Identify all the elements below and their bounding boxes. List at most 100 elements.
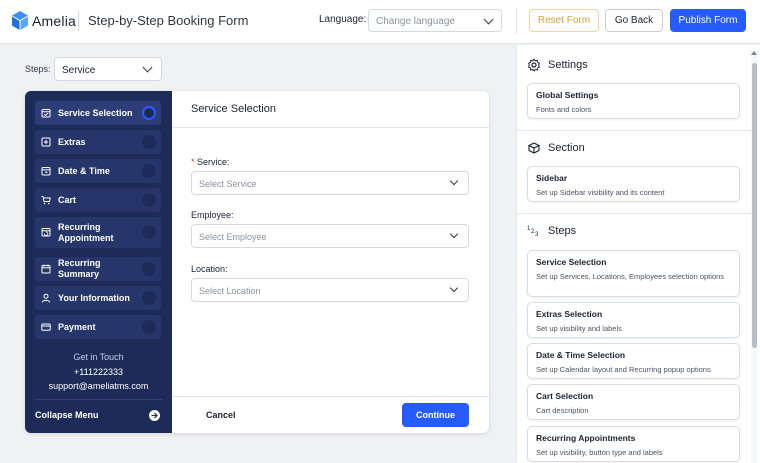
page-title: Step-by-Step Booking Form xyxy=(88,13,249,28)
language-label: Language: xyxy=(319,14,367,25)
card-description: Cart description xyxy=(536,406,589,415)
location-placeholder: Select Location xyxy=(199,286,261,296)
step-card-service-selection[interactable]: Service Selection Set up Services, Locat… xyxy=(527,250,740,297)
language-select[interactable]: Change language xyxy=(368,9,502,32)
language-placeholder: Change language xyxy=(376,16,455,27)
service-select[interactable]: Select Service xyxy=(191,171,469,195)
step-card-date-time-selection[interactable]: Date & Time Selection Set up Calendar la… xyxy=(527,343,740,379)
chevron-down-icon xyxy=(449,229,459,239)
employee-select[interactable]: Select Employee xyxy=(191,224,469,248)
plus-square-icon xyxy=(41,137,51,147)
card-description: Set up visibility and labels xyxy=(536,324,622,333)
step-card-recurring-appointments[interactable]: Recurring Appointments Set up visibility… xyxy=(527,426,740,462)
employee-label: Employee: xyxy=(191,210,234,220)
chevron-down-icon xyxy=(449,283,459,293)
card-description: Set up Sidebar visibility and its conten… xyxy=(536,188,665,197)
credit-card-icon xyxy=(41,323,51,331)
reset-form-button[interactable]: Reset Form xyxy=(529,9,599,32)
steps-label: Steps: xyxy=(25,64,51,74)
section-section-header: Section xyxy=(527,140,585,156)
section-title: Section xyxy=(548,142,585,154)
step-card-extras-selection[interactable]: Extras Selection Set up visibility and l… xyxy=(527,302,740,338)
cart-icon xyxy=(41,196,51,205)
step-status-indicator xyxy=(142,291,156,305)
service-placeholder: Select Service xyxy=(199,179,257,189)
sidebar-item-date-time[interactable]: Date & Time xyxy=(35,159,161,183)
sidebar-item-label: Recurring Appointment xyxy=(58,221,114,243)
contact-phone: +111222333 xyxy=(74,367,123,377)
steps-section-header: 123 Steps xyxy=(527,223,576,239)
continue-button[interactable]: Continue xyxy=(402,403,469,427)
sidebar-item-label: Your Information xyxy=(58,292,130,303)
card-title: Extras Selection xyxy=(536,309,603,319)
brand-name: Amelia xyxy=(32,13,76,29)
sidebar-item-label: Recurring Summary xyxy=(58,258,101,279)
sidebar-item-label: Extras xyxy=(58,136,86,147)
sidebar-item-payment[interactable]: Payment xyxy=(35,315,161,339)
form-sidebar: Service Selection Extras Date & Time Car… xyxy=(25,91,172,433)
booking-form-preview: Service Selection Extras Date & Time Car… xyxy=(25,91,489,433)
step-status-indicator xyxy=(142,135,156,149)
step-status-indicator xyxy=(142,262,156,276)
sidebar-item-label: Service Selection xyxy=(58,107,133,118)
card-title: Service Selection xyxy=(536,257,607,267)
chevron-down-icon xyxy=(483,14,494,25)
global-settings-card[interactable]: Global Settings Fonts and colors xyxy=(527,83,740,119)
step-card-cart-selection[interactable]: Cart Selection Cart description xyxy=(527,384,740,420)
cube-icon xyxy=(527,142,541,154)
cancel-button[interactable]: Cancel xyxy=(206,410,236,420)
card-title: Date & Time Selection xyxy=(536,350,626,360)
location-label: Location: xyxy=(191,264,228,274)
card-description: Set up Services, Locations, Employees se… xyxy=(536,272,725,281)
card-title: Global Settings xyxy=(536,90,599,100)
amelia-logo-icon xyxy=(12,11,28,30)
settings-panel: Settings Global Settings Fonts and color… xyxy=(516,45,760,463)
chevron-down-icon xyxy=(142,62,153,73)
sidebar-item-extras[interactable]: Extras xyxy=(35,130,161,154)
card-description: Set up visibility, button type and label… xyxy=(536,448,663,457)
step-status-indicator xyxy=(142,320,156,334)
sidebar-item-recurring-summary[interactable]: Recurring Summary xyxy=(35,257,161,281)
sidebar-settings-card[interactable]: Sidebar Set up Sidebar visibility and it… xyxy=(527,166,740,202)
step-status-indicator xyxy=(142,164,156,178)
collapse-menu-button[interactable] xyxy=(149,410,160,421)
scroll-up-arrow-icon[interactable] xyxy=(751,51,757,55)
section-title: Settings xyxy=(548,59,588,71)
step-status-indicator xyxy=(142,225,156,239)
step-status-indicator xyxy=(142,106,156,120)
steps-select[interactable]: Service xyxy=(54,57,162,81)
section-title: Steps xyxy=(548,225,577,237)
contact-email: support@ameliatms.com xyxy=(48,381,149,391)
sidebar-item-service-selection[interactable]: Service Selection xyxy=(35,101,161,125)
calendar-clock-icon xyxy=(41,167,51,176)
location-select[interactable]: Select Location xyxy=(191,278,469,302)
card-title: Recurring Appointments xyxy=(536,433,636,443)
sidebar-item-recurring-appointment[interactable]: Recurring Appointment xyxy=(35,217,161,248)
settings-section-header: Settings xyxy=(527,57,588,73)
chevron-down-icon xyxy=(449,176,459,186)
sidebar-item-your-information[interactable]: Your Information xyxy=(35,286,161,310)
top-bar: Amelia Step-by-Step Booking Form Languag… xyxy=(0,0,760,44)
card-title: Sidebar xyxy=(536,173,568,183)
steps-numbers-icon: 123 xyxy=(527,226,539,238)
contact-title: Get in Touch xyxy=(73,352,124,362)
svg-text:3: 3 xyxy=(535,232,539,238)
gear-icon xyxy=(527,58,541,72)
sidebar-item-label: Payment xyxy=(58,321,96,332)
go-back-button[interactable]: Go Back xyxy=(605,9,663,32)
arrow-right-icon xyxy=(151,412,158,419)
publish-form-button[interactable]: Publish Form xyxy=(670,9,746,32)
card-description: Fonts and colors xyxy=(536,105,592,114)
card-description: Set up Calendar layout and Recurring pop… xyxy=(536,365,711,374)
calendar-repeat-icon xyxy=(41,228,51,237)
scrollbar-thumb[interactable] xyxy=(752,63,757,348)
sidebar-item-cart[interactable]: Cart xyxy=(35,188,161,212)
step-title: Service Selection xyxy=(191,103,276,115)
service-label: * Service: xyxy=(191,157,230,167)
sidebar-item-label: Cart xyxy=(58,194,77,205)
collapse-menu-label[interactable]: Collapse Menu xyxy=(35,410,99,420)
calendar-check-icon xyxy=(41,109,51,118)
steps-selected-value: Service xyxy=(62,65,96,76)
card-title: Cart Selection xyxy=(536,391,594,401)
user-icon xyxy=(41,293,51,303)
